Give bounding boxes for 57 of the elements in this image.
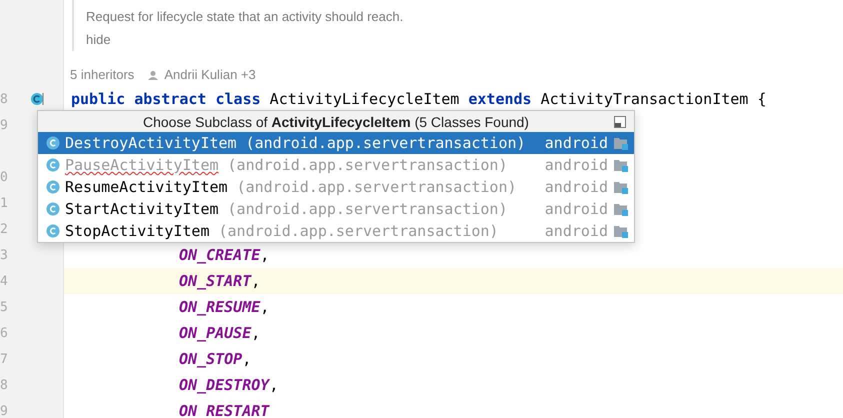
- hide-link[interactable]: hide: [86, 29, 111, 51]
- line-number: 4: [0, 274, 8, 288]
- line-number: 7: [0, 352, 8, 366]
- popup-title: Choose Subclass of ActivityLifecycleItem (5 Classes Found): [143, 114, 529, 130]
- code-line: ON_RESTART: [179, 402, 270, 418]
- class-list-item[interactable]: ResumeActivityItem (android.app.servertransaction) android: [38, 176, 634, 198]
- folder-icon: [614, 136, 628, 150]
- doc-comment: Request for lifecycle state that an activity should reach.: [86, 8, 404, 26]
- inheritors-hint[interactable]: 5 inheritors: [70, 67, 134, 82]
- module-name: android: [544, 222, 608, 240]
- code-line: ON_RESUME,: [179, 298, 270, 316]
- code-line: ON_CREATE,: [179, 246, 270, 264]
- code-line: ON_STOP,: [179, 350, 252, 368]
- code-line: public abstract class ActivityLifecycleItem extends ActivityTransactionItem {: [71, 90, 766, 108]
- package-name: (android.app.servertransaction): [246, 134, 526, 152]
- pin-icon: [614, 116, 626, 128]
- class-icon: [46, 180, 60, 194]
- folder-icon: [614, 202, 628, 216]
- class-list-item[interactable]: DestroyActivityItem (android.app.servertransaction) android: [38, 132, 634, 154]
- line-number: 3: [0, 248, 8, 262]
- author-hint[interactable]: Andrii Kulian +3: [164, 67, 256, 82]
- module-name: android: [544, 156, 608, 174]
- code-line: ON_START,: [179, 272, 260, 290]
- class-icon: [46, 202, 60, 216]
- line-number: 0: [0, 170, 8, 184]
- line-number: 8: [0, 378, 8, 392]
- code-line: ON_DESTROY,: [179, 376, 278, 394]
- package-name: (android.app.servertransaction): [228, 200, 508, 218]
- class-icon: [46, 136, 60, 150]
- module-name: android: [544, 134, 608, 152]
- class-name: DestroyActivityItem: [65, 134, 237, 152]
- class-name: StartActivityItem: [65, 200, 219, 218]
- module-name: android: [544, 200, 608, 218]
- line-number: 1: [0, 196, 8, 210]
- line-number: 2: [0, 222, 8, 236]
- line-number: 9: [0, 404, 8, 418]
- class-icon: [46, 158, 60, 172]
- person-icon: [148, 70, 158, 80]
- package-name: (android.app.servertransaction): [236, 178, 517, 196]
- package-name: (android.app.servertransaction): [218, 222, 498, 240]
- class-list-item[interactable]: StartActivityItem (android.app.servertransaction) android: [38, 198, 634, 220]
- line-number: 8: [0, 92, 8, 106]
- line-number: 6: [0, 326, 8, 340]
- class-name: StopActivityItem: [65, 222, 210, 240]
- line-number: 5: [0, 300, 8, 314]
- folder-icon: [614, 224, 628, 238]
- code-line: ON_PAUSE,: [179, 324, 260, 342]
- module-name: android: [544, 178, 608, 196]
- class-list-item[interactable]: StopActivityItem (android.app.servertransaction) android: [38, 220, 634, 242]
- class-list-item[interactable]: PauseActivityItem (android.app.servertransaction) android: [38, 154, 634, 176]
- folder-icon: [614, 158, 628, 172]
- class-name: ResumeActivityItem: [65, 178, 228, 196]
- class-icon: [46, 224, 60, 238]
- line-number: 9: [0, 118, 8, 132]
- package-name: (android.app.servertransaction): [228, 156, 508, 174]
- class-name: PauseActivityItem: [65, 156, 219, 174]
- folder-icon: [614, 180, 628, 194]
